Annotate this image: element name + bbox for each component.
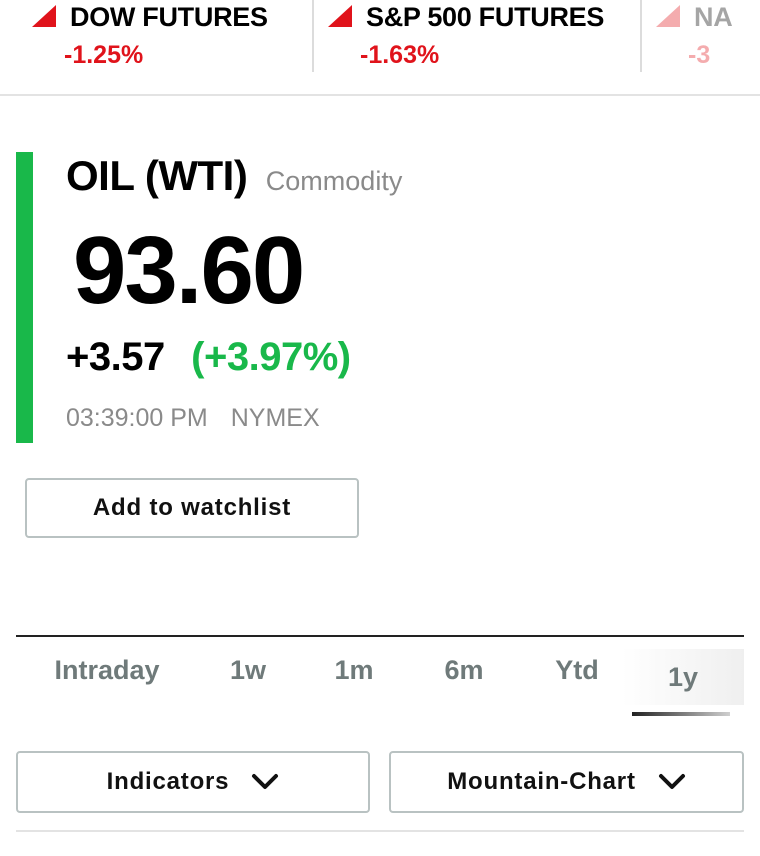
chevron-down-icon bbox=[658, 774, 685, 789]
ticker-divider bbox=[640, 0, 642, 72]
indicators-dropdown[interactable]: Indicators bbox=[16, 751, 370, 813]
chart-type-dropdown[interactable]: Mountain-Chart bbox=[389, 751, 744, 813]
indicators-label: Indicators bbox=[106, 768, 230, 795]
ticker-change: -3 bbox=[688, 41, 711, 69]
section-divider bbox=[16, 830, 744, 832]
tab-1y[interactable]: 1y bbox=[622, 649, 744, 705]
ticker-name: S&P 500 FUTURES bbox=[366, 2, 605, 32]
quote-accent-bar bbox=[16, 152, 33, 443]
tab-1m[interactable]: 1m bbox=[318, 637, 390, 703]
tab-intraday[interactable]: Intraday bbox=[34, 637, 180, 703]
ticker-change: -1.25% bbox=[64, 41, 144, 69]
quote-change: +3.57 bbox=[66, 335, 165, 379]
chevron-down-icon bbox=[252, 774, 279, 789]
ticker-change: -1.63% bbox=[360, 41, 440, 69]
chart-type-label: Mountain-Chart bbox=[447, 768, 636, 795]
tab-ytd[interactable]: Ytd bbox=[536, 637, 618, 703]
ticker-name: DOW FUTURES bbox=[70, 2, 268, 32]
quote-price: 93.60 bbox=[73, 217, 305, 324]
quote-type: Commodity bbox=[265, 166, 403, 196]
down-triangle-icon bbox=[656, 5, 680, 27]
quote-header: OIL (WTI) Commodity bbox=[66, 152, 402, 204]
tab-6m[interactable]: 6m bbox=[426, 637, 502, 703]
ticker-name: NA bbox=[694, 2, 733, 32]
quote-change-row: +3.57 (+3.97%) bbox=[66, 332, 351, 391]
quote-exchange: NYMEX bbox=[230, 404, 320, 432]
ticker-divider bbox=[312, 0, 314, 72]
quote-meta: 03:39:00 PM NYMEX bbox=[66, 404, 320, 433]
down-triangle-icon bbox=[32, 5, 56, 27]
quote-change-percent: (+3.97%) bbox=[191, 335, 351, 379]
add-to-watchlist-button[interactable]: Add to watchlist bbox=[25, 478, 359, 538]
quote-name: OIL (WTI) bbox=[66, 152, 248, 199]
timeframe-tabs: Intraday 1w 1m 6m Ytd 1y bbox=[16, 635, 744, 719]
active-tab-indicator bbox=[632, 712, 730, 716]
down-triangle-icon bbox=[328, 5, 352, 27]
market-ticker-strip: DOW FUTURES -1.25% S&P 500 FUTURES -1.63… bbox=[0, 0, 760, 96]
quote-time: 03:39:00 PM bbox=[66, 404, 208, 432]
tab-1w[interactable]: 1w bbox=[212, 637, 284, 703]
